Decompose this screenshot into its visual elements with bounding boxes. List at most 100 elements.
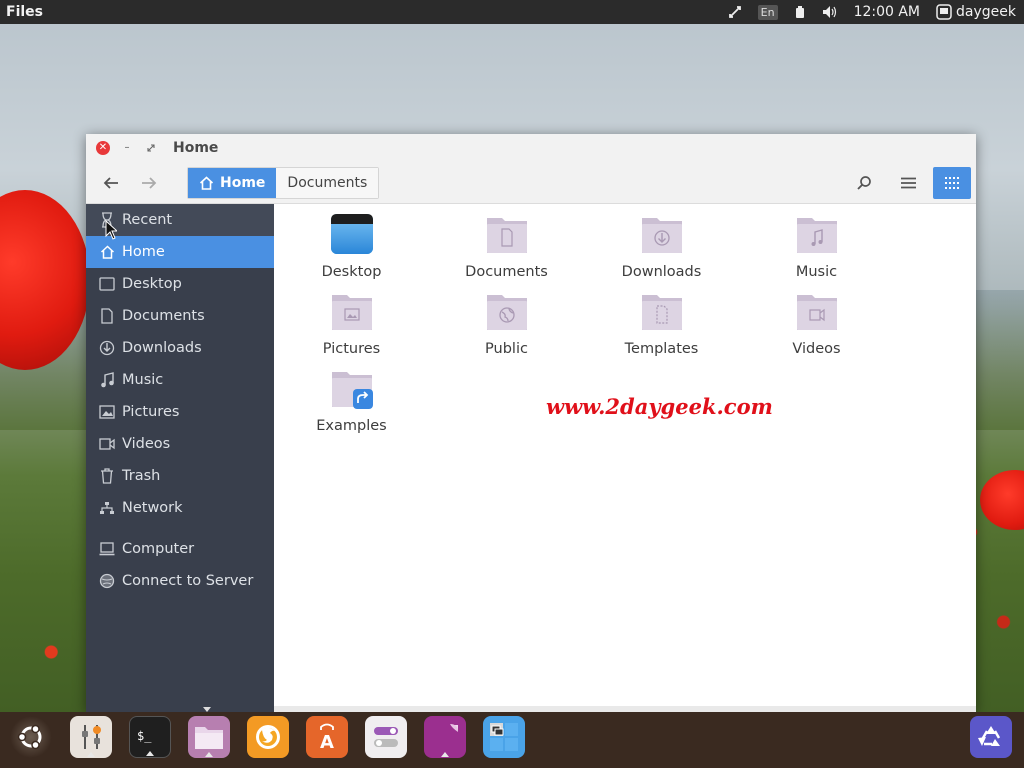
- minimize-icon[interactable]: –: [120, 141, 134, 155]
- running-indicator: [441, 752, 449, 757]
- system-settings-icon: [82, 725, 101, 749]
- breadcrumb-home[interactable]: Home: [188, 167, 277, 198]
- sidebar-divider: [86, 524, 274, 533]
- sidebar-item-home[interactable]: Home: [86, 236, 274, 268]
- window-titlebar[interactable]: ✕ – Home: [86, 134, 976, 162]
- file-item-music[interactable]: Music: [739, 212, 894, 285]
- breadcrumb-home-label: Home: [220, 174, 266, 191]
- sidebar-item-connect-to-server[interactable]: Connect to Server: [86, 565, 274, 597]
- running-indicator: [87, 752, 95, 757]
- document-icon: [98, 307, 116, 325]
- file-name: Downloads: [621, 264, 702, 280]
- battery-icon[interactable]: [786, 0, 814, 24]
- sidebar-item-computer[interactable]: Computer: [86, 533, 274, 565]
- dock-item-tweak-tool[interactable]: [365, 716, 407, 758]
- maximize-icon[interactable]: [144, 141, 158, 155]
- arrow-left-icon: [103, 176, 118, 189]
- pictures-folder-icon: [331, 295, 372, 330]
- sidebar-item-label: Trash: [122, 468, 161, 484]
- dock-item-workspaces[interactable]: [483, 716, 525, 758]
- file-view: Desktop Documents Downloads Music Pictur…: [274, 204, 976, 712]
- volume-icon[interactable]: [814, 0, 846, 24]
- file-item-desktop[interactable]: Desktop: [274, 212, 429, 285]
- user-menu[interactable]: daygeek: [928, 0, 1024, 24]
- sidebar-item-downloads[interactable]: Downloads: [86, 332, 274, 364]
- sidebar: Recent Home Desktop Documents Downloads: [86, 204, 274, 712]
- software-center-icon: A: [320, 723, 334, 752]
- dock-item-text-editor[interactable]: [424, 716, 466, 758]
- desktop-folder-icon: [330, 214, 373, 254]
- list-view-button[interactable]: [889, 167, 927, 199]
- sidebar-item-desktop[interactable]: Desktop: [86, 268, 274, 300]
- picture-icon: [98, 403, 116, 421]
- file-name: Examples: [316, 418, 387, 434]
- sidebar-item-label: Home: [122, 244, 165, 260]
- network-indicator-icon[interactable]: [720, 0, 750, 24]
- public-folder-icon: [486, 295, 527, 330]
- desktop-icon: [98, 275, 116, 293]
- templates-folder-icon: [641, 295, 682, 330]
- dock-item-settings[interactable]: [70, 716, 112, 758]
- forward-button[interactable]: [136, 170, 162, 196]
- file-item-examples[interactable]: Examples: [274, 366, 429, 439]
- back-button[interactable]: [98, 170, 124, 196]
- search-icon: [857, 176, 871, 190]
- file-name: Documents: [465, 264, 548, 280]
- file-item-pictures[interactable]: Pictures: [274, 289, 429, 362]
- grid-view-button[interactable]: [933, 167, 971, 199]
- running-indicator: [205, 752, 213, 757]
- network-icon: [98, 499, 116, 517]
- downloads-folder-icon: [641, 218, 682, 253]
- sidebar-item-network[interactable]: Network: [86, 492, 274, 524]
- file-name: Videos: [792, 341, 841, 357]
- file-name: Pictures: [322, 341, 381, 357]
- dock-item-files[interactable]: [188, 716, 230, 758]
- svg-text:A: A: [320, 732, 334, 752]
- svg-text:$_: $_: [137, 729, 152, 743]
- grid-icon: [945, 177, 959, 189]
- app-menu-title[interactable]: Files: [0, 4, 720, 20]
- sidebar-item-label: Network: [122, 500, 183, 516]
- file-name: Music: [795, 264, 838, 280]
- sidebar-item-label: Documents: [122, 308, 205, 324]
- workspaces-icon: [490, 723, 518, 751]
- file-item-public[interactable]: Public: [429, 289, 584, 362]
- search-button[interactable]: [845, 167, 883, 199]
- file-item-downloads[interactable]: Downloads: [584, 212, 739, 285]
- sidebar-item-label: Music: [122, 372, 164, 388]
- keyboard-layout-indicator[interactable]: En: [750, 0, 786, 24]
- dock-item-firefox[interactable]: [247, 716, 289, 758]
- dock-item-trash[interactable]: [970, 716, 1012, 758]
- sidebar-item-documents[interactable]: Documents: [86, 300, 274, 332]
- music-icon: [98, 371, 116, 389]
- file-item-documents[interactable]: Documents: [429, 212, 584, 285]
- close-icon[interactable]: ✕: [96, 141, 110, 155]
- server-icon: [98, 572, 116, 590]
- window-title: Home: [173, 140, 219, 156]
- dock-item-software-center[interactable]: A: [306, 716, 348, 758]
- sidebar-item-videos[interactable]: Videos: [86, 428, 274, 460]
- recycle-bin-icon: [978, 726, 1001, 746]
- firefox-icon: [256, 725, 280, 749]
- sidebar-item-trash[interactable]: Trash: [86, 460, 274, 492]
- examples-folder-icon: [331, 372, 373, 409]
- running-indicator: [146, 751, 154, 756]
- computer-icon: [98, 540, 116, 558]
- dock-item-ubuntu[interactable]: [10, 716, 52, 758]
- sidebar-item-music[interactable]: Music: [86, 364, 274, 396]
- file-item-templates[interactable]: Templates: [584, 289, 739, 362]
- sidebar-item-label: Computer: [122, 541, 195, 557]
- file-item-videos[interactable]: Videos: [739, 289, 894, 362]
- breadcrumb-documents[interactable]: Documents: [276, 167, 379, 198]
- clock-indicator[interactable]: 12:00 AM: [846, 0, 928, 24]
- file-name: Public: [485, 341, 528, 357]
- sidebar-item-pictures[interactable]: Pictures: [86, 396, 274, 428]
- dock-item-terminal[interactable]: $_: [129, 716, 171, 758]
- list-icon: [900, 177, 916, 189]
- breadcrumb: Home Documents: [187, 166, 380, 199]
- home-icon: [98, 243, 116, 261]
- file-manager-window: ✕ – Home Home Documents Recent Home Desk…: [86, 134, 976, 712]
- tweak-tool-icon: [374, 727, 398, 747]
- documents-folder-icon: [486, 218, 527, 253]
- sidebar-item-label: Downloads: [122, 340, 202, 356]
